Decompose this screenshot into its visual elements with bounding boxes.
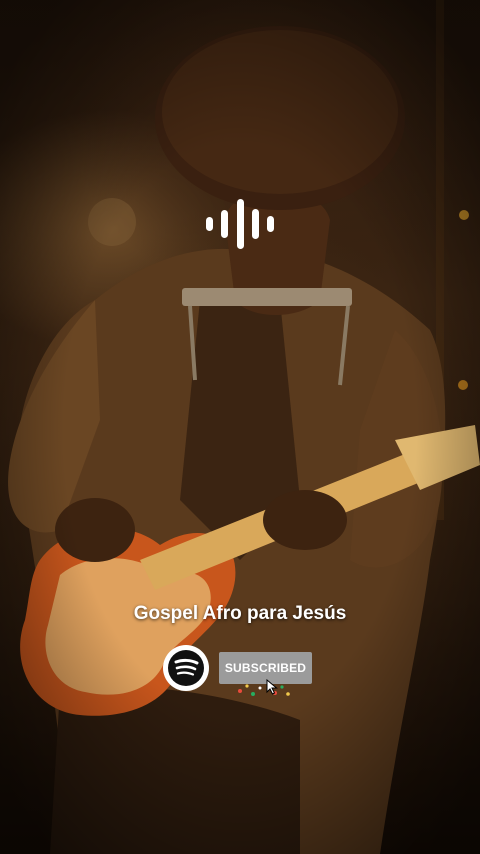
guitarist-illustration — [8, 0, 480, 854]
spotify-icon[interactable] — [163, 645, 209, 691]
sparkle-decoration — [238, 684, 290, 696]
cursor-icon — [266, 679, 278, 695]
video-title: Gospel Afro para Jesús — [133, 603, 347, 624]
video-frame — [0, 0, 480, 854]
audio-wave-icon — [206, 198, 274, 250]
